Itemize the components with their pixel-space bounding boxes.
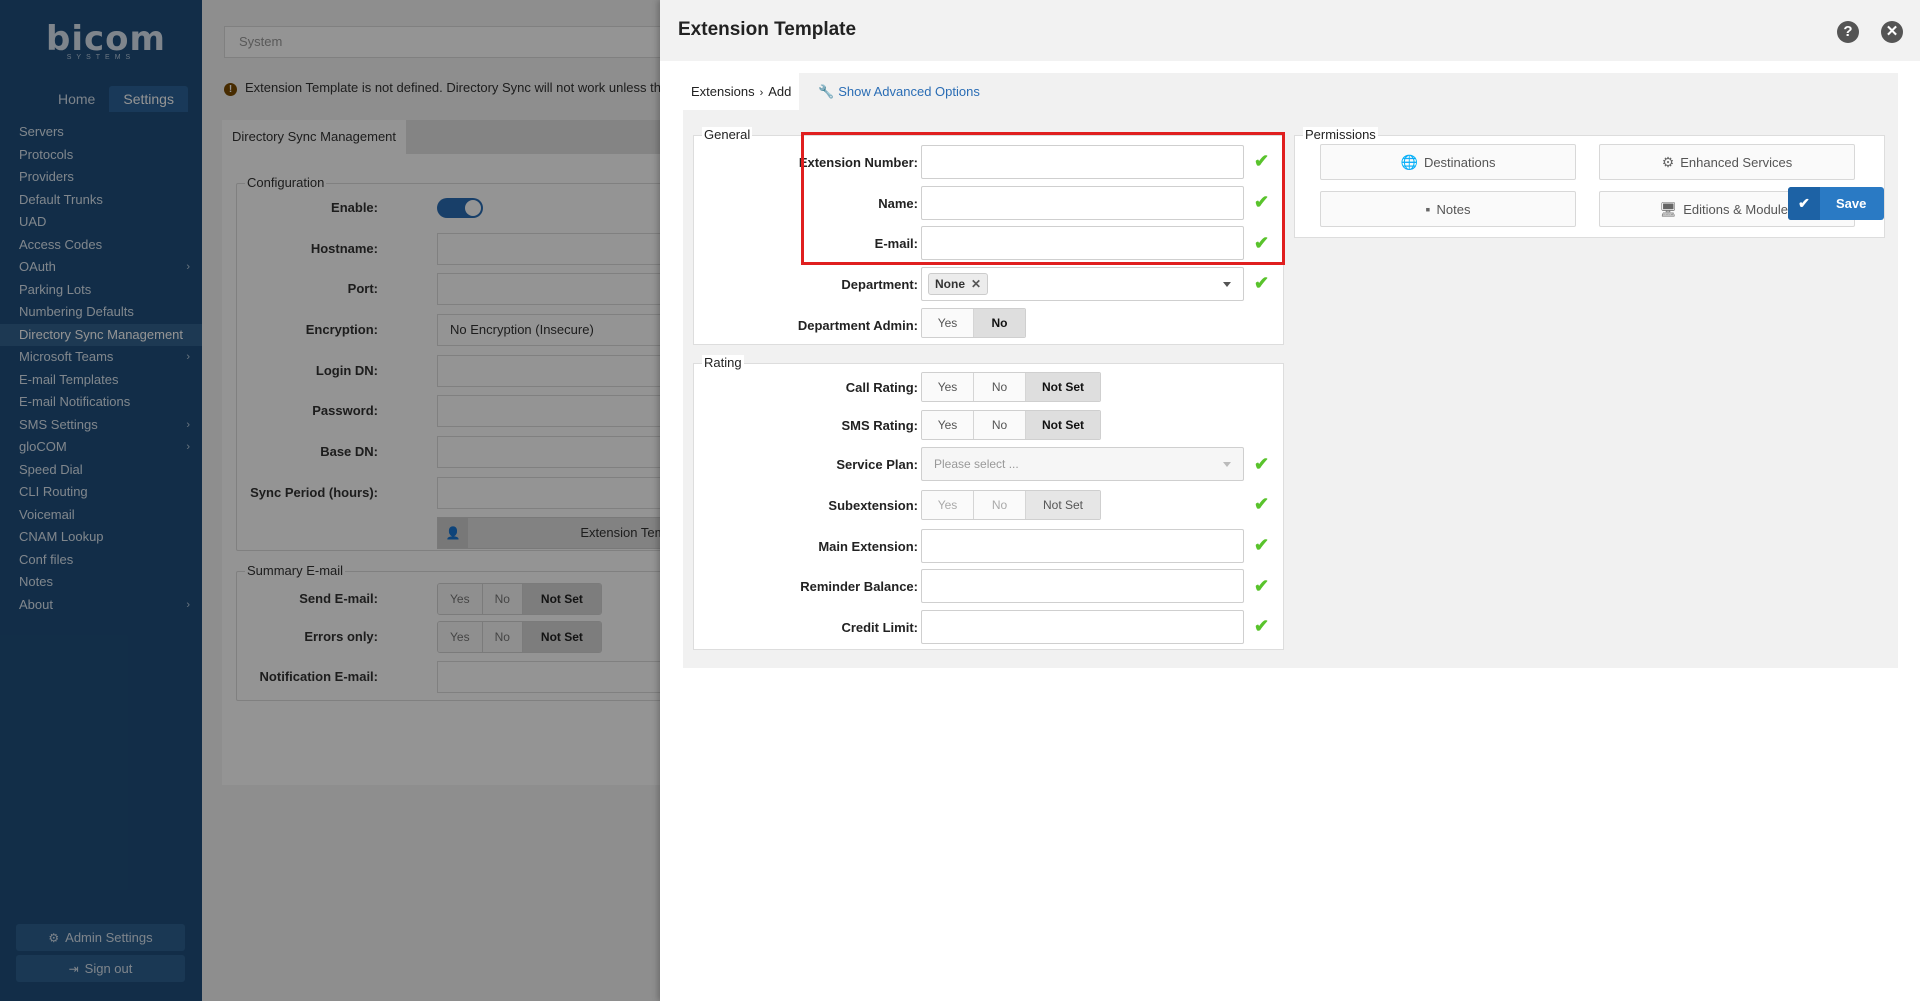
call-rating-toggle[interactable]: Yes No Not Set [921,372,1101,402]
globe-icon: 🌐 [1400,154,1418,170]
check-icon: ✔ [1254,454,1270,474]
subextension-toggle[interactable]: Yes No Not Set [921,490,1101,520]
service-plan-row: Service Plan: [660,447,918,481]
main-extension-label: Main Extension: [818,539,918,554]
modal-title: Extension Template [678,19,857,40]
highlight-box [801,132,1285,265]
check-icon: ✔ [1254,535,1270,555]
question-circle-icon[interactable]: ? [1837,21,1859,43]
destinations-label: Destinations [1423,155,1496,170]
department-tag-label: None [935,277,965,291]
remove-tag-icon[interactable]: ✕ [971,277,981,291]
sms-rating-label: SMS Rating: [841,418,918,433]
option-no[interactable]: No [974,373,1026,401]
dropdown-caret-icon [1223,282,1231,287]
department-admin-row: Department Admin: [660,308,918,342]
option-no[interactable]: No [974,309,1025,337]
notes-button[interactable]: ▪ Notes [1320,191,1576,227]
notes-label: Notes [1436,202,1471,217]
modal-backdrop[interactable] [0,0,660,1001]
sms-rating-row: SMS Rating: [660,408,918,442]
option-yes[interactable]: Yes [922,309,974,337]
advanced-link-label: Show Advanced Options [838,84,980,99]
service-plan-placeholder: Please select ... [934,457,1019,471]
sms-rating-toggle[interactable]: Yes No Not Set [921,410,1101,440]
option-yes[interactable]: Yes [922,411,974,439]
editions-modules-label: Editions & Modules [1683,202,1795,217]
department-tag: None ✕ [928,273,989,295]
option-yes[interactable]: Yes [922,491,974,519]
enhanced-services-label: Enhanced Services [1680,155,1793,170]
department-row: Department: [660,267,918,301]
check-icon: ✔ [1254,576,1270,596]
option-not-set[interactable]: Not Set [1026,373,1100,401]
service-plan-label: Service Plan: [836,457,918,472]
subextension-row: Subextension: [660,488,918,522]
check-icon: ✔ [1254,616,1270,636]
save-label: Save [1836,196,1867,211]
wrench-icon: 🔧 [818,84,835,99]
department-admin-toggle[interactable]: Yes No [921,308,1026,338]
department-label: Department: [841,277,918,292]
save-button[interactable]: ✔ Save [1788,187,1884,220]
reminder-balance-label: Reminder Balance: [800,579,918,594]
breadcrumb: Extensions › Add [683,73,800,110]
modal-header: Extension Template ? ✕ [660,0,1920,61]
option-yes[interactable]: Yes [922,373,974,401]
check-icon: ✔ [1254,494,1270,514]
main-extension-input[interactable] [921,529,1244,563]
dropdown-caret-icon [1223,462,1231,467]
show-advanced-options-link[interactable]: 🔧 Show Advanced Options [818,84,980,100]
monitor-icon: 🖥 [1659,201,1678,217]
general-legend: General [702,127,753,142]
breadcrumb-add: Add [768,84,792,99]
call-rating-label: Call Rating: [845,380,918,395]
credit-limit-row: Credit Limit: [660,610,918,644]
option-not-set[interactable]: Not Set [1026,411,1100,439]
rating-legend: Rating [702,355,744,370]
enhanced-services-button[interactable]: ⚙ Enhanced Services [1599,144,1855,180]
option-no[interactable]: No [974,411,1026,439]
service-plan-select[interactable]: Please select ... [921,447,1244,481]
sticky-note-icon: ▪ [1425,201,1431,217]
close-circle-icon[interactable]: ✕ [1881,21,1903,43]
destinations-button[interactable]: 🌐 Destinations [1320,144,1576,180]
option-no[interactable]: No [974,491,1026,519]
chevron-right-icon: › [759,87,764,99]
reminder-balance-row: Reminder Balance: [660,569,918,603]
credit-limit-input[interactable] [921,610,1244,644]
reminder-balance-input[interactable] [921,569,1244,603]
check-icon: ✔ [1254,273,1270,293]
breadcrumb-extensions[interactable]: Extensions [691,84,755,99]
credit-limit-label: Credit Limit: [841,620,918,635]
subextension-label: Subextension: [828,498,918,513]
department-admin-label: Department Admin: [797,318,918,333]
main-extension-row: Main Extension: [660,529,918,563]
check-icon: ✔ [1788,187,1820,220]
gear-icon: ⚙ [1661,154,1675,170]
call-rating-row: Call Rating: [660,370,918,404]
permissions-legend: Permissions [1303,127,1378,142]
option-not-set[interactable]: Not Set [1026,491,1100,519]
department-select[interactable]: None ✕ [921,267,1244,301]
